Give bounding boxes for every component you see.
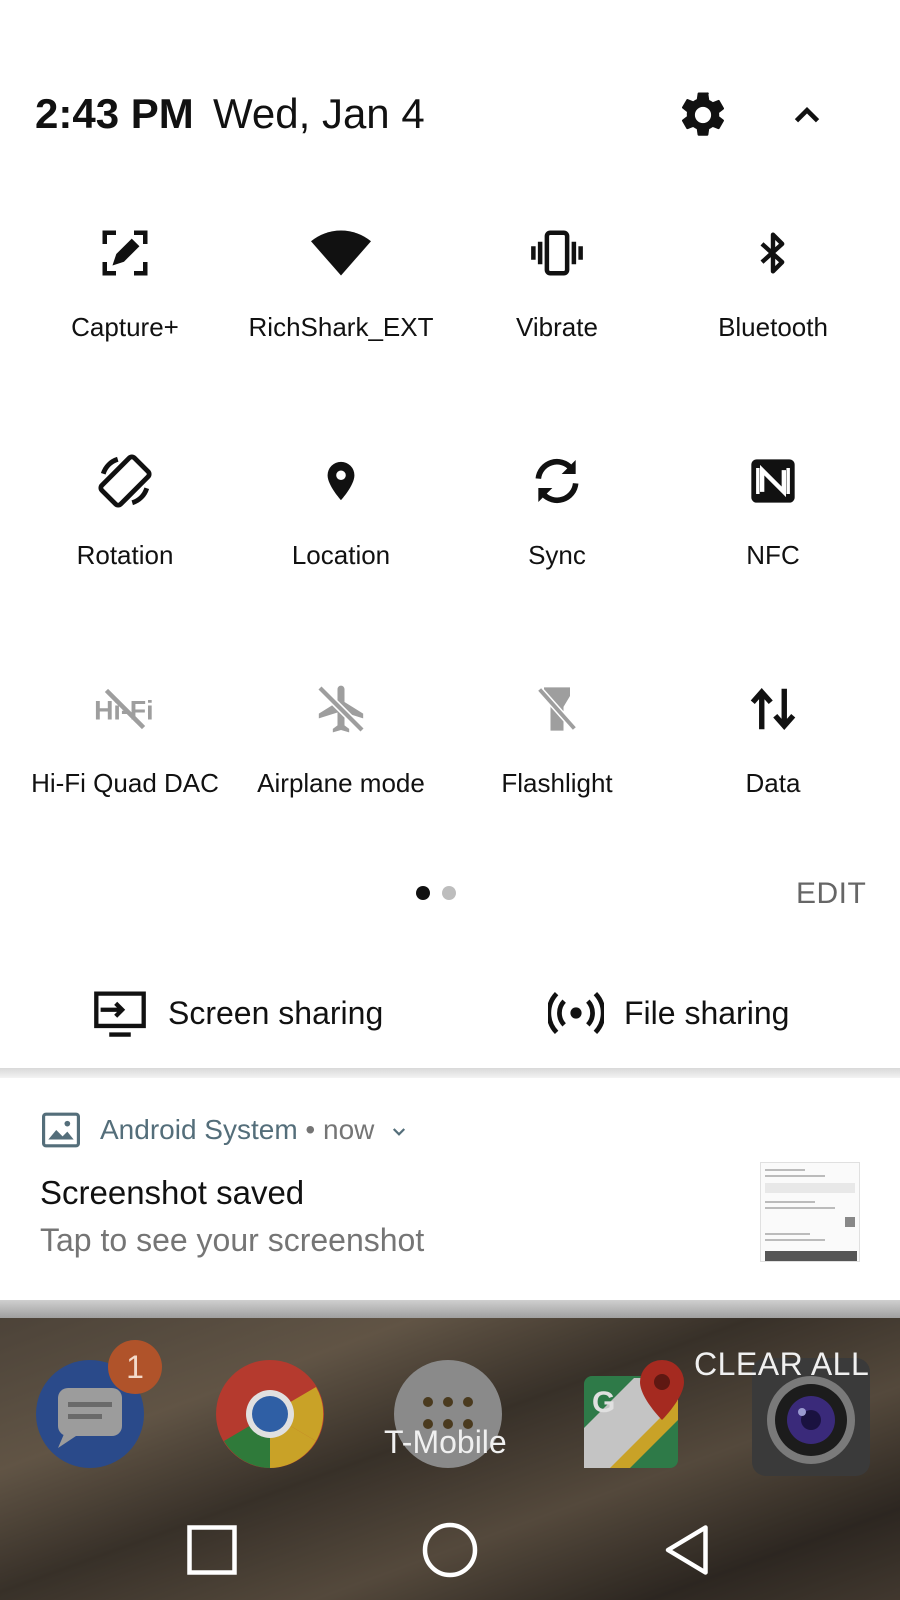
settings-button[interactable] — [676, 88, 730, 142]
notification-body: Tap to see your screenshot — [40, 1222, 425, 1258]
screen-sharing-button[interactable]: Screen sharing — [90, 978, 383, 1048]
maps-icon: G — [584, 1360, 684, 1468]
tile-label: Capture+ — [71, 312, 179, 342]
tile-rotation[interactable]: Rotation — [17, 438, 233, 648]
chrome-app[interactable] — [214, 1358, 326, 1470]
tile-sync[interactable]: Sync — [449, 438, 665, 648]
tile-label: Airplane mode — [257, 768, 425, 798]
maps-app[interactable]: G — [580, 1358, 692, 1470]
tile-nfc[interactable]: NFC — [665, 438, 881, 648]
notification-card[interactable]: Android System • now Screenshot saved Ta… — [0, 1078, 900, 1300]
tile-label: RichShark_EXT — [248, 312, 434, 342]
vibrate-icon — [524, 220, 590, 286]
tile-label: Data — [745, 768, 801, 798]
edit-button[interactable]: EDIT — [796, 877, 866, 911]
file-sharing-label: File sharing — [624, 994, 790, 1031]
app-name: Android System — [100, 1114, 298, 1145]
separator: • — [297, 1114, 324, 1145]
tile-label: Flashlight — [501, 768, 613, 798]
tile-label: Hi-Fi Quad DAC — [31, 768, 219, 798]
location-icon — [308, 448, 374, 514]
capture-plus-icon — [92, 220, 158, 286]
tile-label: Rotation — [76, 540, 174, 570]
image-icon — [42, 1112, 80, 1148]
carrier-label: T-Mobile — [384, 1424, 507, 1460]
sharing-row: Screen sharing File sharing — [0, 978, 900, 1048]
back-button[interactable] — [656, 1518, 720, 1582]
notification-time: now — [323, 1114, 375, 1145]
tile-label: Bluetooth — [718, 312, 828, 342]
tile-flashlight[interactable]: Flashlight — [449, 666, 665, 876]
tile-label: Sync — [528, 540, 586, 570]
tile-capture-plus[interactable]: Capture+ — [17, 210, 233, 420]
circle-icon — [422, 1522, 478, 1578]
tile-airplane-mode[interactable]: Airplane mode — [233, 666, 449, 876]
tile-label: NFC — [746, 540, 800, 570]
square-icon — [187, 1525, 237, 1575]
date-label[interactable]: Wed, Jan 4 — [213, 90, 425, 138]
tile-data[interactable]: Data — [665, 666, 881, 876]
tile-label: Vibrate — [516, 312, 598, 342]
tile-wifi[interactable]: RichShark_EXT — [233, 210, 449, 420]
page-dot-inactive[interactable] — [442, 886, 456, 900]
nfc-icon — [740, 448, 806, 514]
recents-button[interactable] — [180, 1518, 244, 1582]
page-dot-active[interactable] — [416, 886, 430, 900]
chevron-up-icon — [794, 106, 820, 123]
collapse-button[interactable] — [782, 92, 832, 138]
airplane-off-icon — [308, 676, 374, 742]
bluetooth-icon — [740, 220, 806, 286]
wifi-icon — [308, 220, 374, 286]
clock-time: 2:43 PM — [35, 90, 194, 137]
status-header: 2:43 PM Wed, Jan 4 — [0, 80, 900, 150]
panel-divider — [0, 1068, 900, 1078]
flashlight-off-icon — [524, 676, 590, 742]
chrome-icon — [216, 1360, 324, 1468]
data-transfer-icon — [740, 676, 806, 742]
tile-label: Location — [291, 540, 391, 570]
tile-hifi-quad-dac[interactable]: Hi-Fi Hi-Fi Quad DAC — [17, 666, 233, 876]
chevron-down-icon[interactable] — [388, 1123, 410, 1141]
screenshot-thumbnail[interactable] — [760, 1162, 860, 1262]
clear-all-button[interactable]: CLEAR ALL — [694, 1346, 869, 1383]
file-sharing-button[interactable]: File sharing — [546, 978, 789, 1048]
rotation-icon — [92, 448, 158, 514]
svg-text:G: G — [592, 1386, 615, 1419]
tile-bluetooth[interactable]: Bluetooth — [665, 210, 881, 420]
hifi-off-icon: Hi-Fi — [92, 676, 158, 742]
screen-sharing-label: Screen sharing — [168, 994, 384, 1031]
tile-vibrate[interactable]: Vibrate — [449, 210, 665, 420]
tile-location[interactable]: Location — [233, 438, 449, 648]
notification-shadow — [0, 1300, 900, 1320]
notification-title: Screenshot saved — [40, 1174, 305, 1211]
unread-badge: 1 — [108, 1340, 162, 1394]
back-triangle-icon — [665, 1525, 708, 1575]
home-button[interactable] — [418, 1518, 482, 1582]
notification-header: Android System • now — [100, 1114, 410, 1146]
file-share-icon — [546, 988, 606, 1038]
sync-icon — [524, 448, 590, 514]
quick-settings-panel: 2:43 PM Wed, Jan 4 Capture+ RichShark_EX… — [0, 0, 900, 1070]
navigation-bar — [0, 1500, 900, 1600]
gear-icon — [681, 92, 725, 136]
screen-share-icon — [90, 988, 150, 1038]
